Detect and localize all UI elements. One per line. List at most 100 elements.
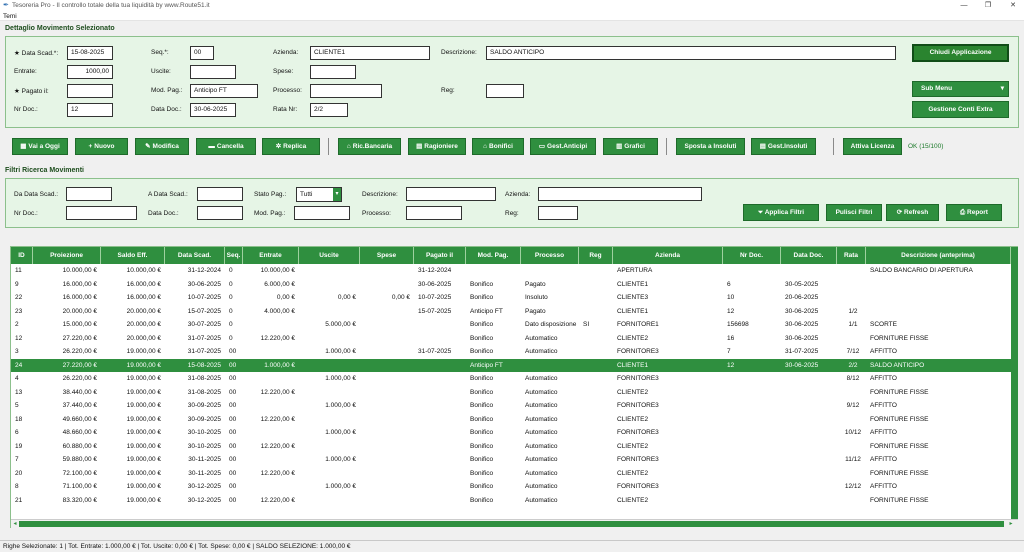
applica-filtri-button[interactable]: ⏷ Applica Filtri: [743, 204, 819, 221]
col-header-processo[interactable]: Processo: [521, 247, 579, 264]
table-row[interactable]: 23 20.000,00 € 20.000,00 € 15-07-2025 0 4.000…: [11, 305, 1011, 319]
pulisci-filtri-button[interactable]: Pulisci Filtri: [826, 204, 882, 221]
seq-field[interactable]: 00: [190, 46, 214, 60]
cell-pagato: 30-06-2025: [418, 280, 452, 288]
close-app-button[interactable]: Chiudi Applicazione: [912, 44, 1009, 62]
da-data-input[interactable]: [66, 187, 112, 201]
data-doc-field[interactable]: 30-06-2025: [190, 103, 236, 117]
replica-button[interactable]: ✲ Replica: [262, 138, 320, 155]
modifica-button[interactable]: ✎ Modifica: [135, 138, 189, 155]
descrizione-field[interactable]: SALDO ANTICIPO: [486, 46, 896, 60]
refresh-button[interactable]: ⟳ Refresh: [886, 204, 939, 221]
spese-field[interactable]: [310, 65, 356, 79]
close-icon[interactable]: ✕: [1006, 1, 1020, 10]
attiva-licenza-button[interactable]: Attiva Licenza: [843, 138, 902, 155]
table-row[interactable]: 13 38.440,00 € 19.000,00 € 31-08-2025 00 12.2…: [11, 386, 1011, 400]
minimize-icon[interactable]: —: [957, 1, 971, 10]
mod-pag-field[interactable]: Anticipo FT: [190, 84, 258, 98]
col-header-rata[interactable]: Rata: [837, 247, 866, 264]
sposta-a-insoluti-button[interactable]: Sposta a Insoluti: [676, 138, 745, 155]
table-row[interactable]: 3 26.220,00 € 19.000,00 € 31-07-2025 00 1.000…: [11, 345, 1011, 359]
table-row[interactable]: 6 48.660,00 € 19.000,00 € 30-10-2025 00 1.000…: [11, 426, 1011, 440]
table-row[interactable]: 7 59.880,00 € 19.000,00 € 30-11-2025 00 1.000…: [11, 453, 1011, 467]
col-header-nr-doc[interactable]: Nr Doc.: [723, 247, 781, 264]
table-row[interactable]: 9 16.000,00 € 16.000,00 € 30-06-2025 0 6.000,…: [11, 278, 1011, 292]
col-header-seq[interactable]: Seq.: [225, 247, 243, 264]
uscite-field[interactable]: [190, 65, 236, 79]
cell-proiezione: 16.000,00 €: [62, 280, 97, 288]
table-row[interactable]: 19 60.880,00 € 19.000,00 € 30-10-2025 00 12.2…: [11, 440, 1011, 454]
scroll-left-icon[interactable]: ◂: [11, 520, 19, 528]
table-row[interactable]: 4 26.220,00 € 19.000,00 € 31-08-2025 00 1.000…: [11, 372, 1011, 386]
reg-field[interactable]: [486, 84, 524, 98]
mod-pag-filter-input[interactable]: [294, 206, 350, 220]
gest-anticipi-button[interactable]: ▭ Gest.Anticipi: [530, 138, 596, 155]
col-header-mod-pag[interactable]: Mod. Pag.: [466, 247, 521, 264]
cell-mod-pag: Bonifico: [470, 483, 494, 490]
ragioniere-button[interactable]: ▤ Ragioniere: [408, 138, 466, 155]
table-row[interactable]: 24 27.220,00 € 19.000,00 € 15-08-2025 00 1.00…: [11, 358, 1011, 372]
col-header-reg[interactable]: Reg: [579, 247, 613, 264]
submenu-button[interactable]: Sub Menu ▾: [912, 81, 1009, 97]
gestione-conti-extra-button[interactable]: Gestione Conti Extra: [912, 101, 1009, 118]
table-row[interactable]: 18 49.660,00 € 19.000,00 € 30-09-2025 00 12.2…: [11, 413, 1011, 427]
nuovo-button[interactable]: + Nuovo: [75, 138, 128, 155]
cell-azienda: CLIENTE2: [617, 334, 649, 342]
stato-pag-select[interactable]: Tutti ▾: [296, 187, 342, 202]
table-row[interactable]: 11 10.000,00 € 10.000,00 € 31-12-2024 0 10.00…: [11, 264, 1011, 278]
rata-field[interactable]: 2/2: [310, 103, 348, 117]
reg-filter-input[interactable]: [538, 206, 578, 220]
table-row[interactable]: 20 72.100,00 € 19.000,00 € 30-11-2025 00 12.2…: [11, 467, 1011, 481]
col-header-id[interactable]: ID: [11, 247, 33, 264]
table-row[interactable]: 8 71.100,00 € 19.000,00 € 30-12-2025 00 1.000…: [11, 480, 1011, 494]
data-doc-filter-input[interactable]: [197, 206, 243, 220]
col-header-proiezione[interactable]: Proiezione: [33, 247, 101, 264]
table-row[interactable]: 22 16.000,00 € 16.000,00 € 10-07-2025 0 0,00 …: [11, 291, 1011, 305]
horizontal-scrollbar[interactable]: ◂ ▸: [11, 519, 1018, 528]
a-data-input[interactable]: [197, 187, 243, 201]
seq-label: Seq.*:: [151, 49, 169, 56]
pagato-field[interactable]: [67, 84, 113, 98]
vai-a-oggi-button[interactable]: ▦ Vai a Oggi: [12, 138, 68, 155]
bonifici-button[interactable]: ⌂ Bonifici: [472, 138, 524, 155]
report-button[interactable]: ⎙ Report: [946, 204, 1002, 221]
nr-doc-field[interactable]: 12: [67, 103, 113, 117]
descrizione-filter-input[interactable]: [406, 187, 496, 201]
table-row[interactable]: 5 37.440,00 € 19.000,00 € 30-09-2025 00 1.000…: [11, 399, 1011, 413]
table-row[interactable]: 21 83.320,00 € 19.000,00 € 30-12-2025 00 12.2…: [11, 494, 1011, 508]
col-header-azienda[interactable]: Azienda: [613, 247, 723, 264]
col-header-uscite[interactable]: Uscite: [299, 247, 360, 264]
scroll-right-icon[interactable]: ▸: [1007, 520, 1015, 528]
col-header-data-doc[interactable]: Data Doc.: [781, 247, 837, 264]
cancella-button[interactable]: ▬ Cancella: [196, 138, 256, 155]
vertical-scrollbar[interactable]: [1011, 247, 1018, 519]
table-row[interactable]: 2 15.000,00 € 20.000,00 € 30-07-2025 0 5.000,…: [11, 318, 1011, 332]
col-header-saldo[interactable]: Saldo Eff.: [101, 247, 165, 264]
nr-doc-filter-input[interactable]: [66, 206, 137, 220]
cell-data-doc: [785, 494, 836, 508]
col-header-spese[interactable]: Spese: [360, 247, 414, 264]
col-header-data-scad[interactable]: Data Scad.: [165, 247, 225, 264]
menu-temi[interactable]: Temi: [3, 13, 17, 20]
maximize-icon[interactable]: ❐: [981, 1, 995, 10]
col-header-pagato[interactable]: Pagato il: [414, 247, 466, 264]
filters-section-title: Filtri Ricerca Movimenti: [5, 167, 84, 174]
descrizione-label: Descrizione:: [441, 49, 477, 56]
col-header-descrizione[interactable]: Descrizione (anteprima): [866, 247, 1011, 264]
cell-id: 4: [15, 375, 19, 382]
gest-insoluti-button[interactable]: ▤ Gest.Insoluti: [751, 138, 816, 155]
table-row[interactable]: 12 27.220,00 € 20.000,00 € 31-07-2025 0 12.22…: [11, 332, 1011, 346]
processo-field[interactable]: [310, 84, 382, 98]
processo-filter-input[interactable]: [406, 206, 462, 220]
scroll-thumb[interactable]: [19, 521, 1004, 527]
grafici-button[interactable]: ▥ Grafici: [603, 138, 658, 155]
cell-azienda: CLIENTE1: [617, 280, 649, 288]
cell-data-doc: [785, 413, 836, 427]
azienda-field[interactable]: CLIENTE1: [310, 46, 430, 60]
ric-bancaria-button[interactable]: ⌂ Ric.Bancaria: [338, 138, 401, 155]
col-header-entrate[interactable]: Entrate: [243, 247, 299, 264]
data-scad-field[interactable]: 15-08-2025: [67, 46, 113, 60]
entrate-field[interactable]: 1000,00: [67, 65, 113, 79]
azienda-filter-input[interactable]: [538, 187, 702, 201]
cell-proiezione: 49.660,00 €: [62, 415, 97, 423]
